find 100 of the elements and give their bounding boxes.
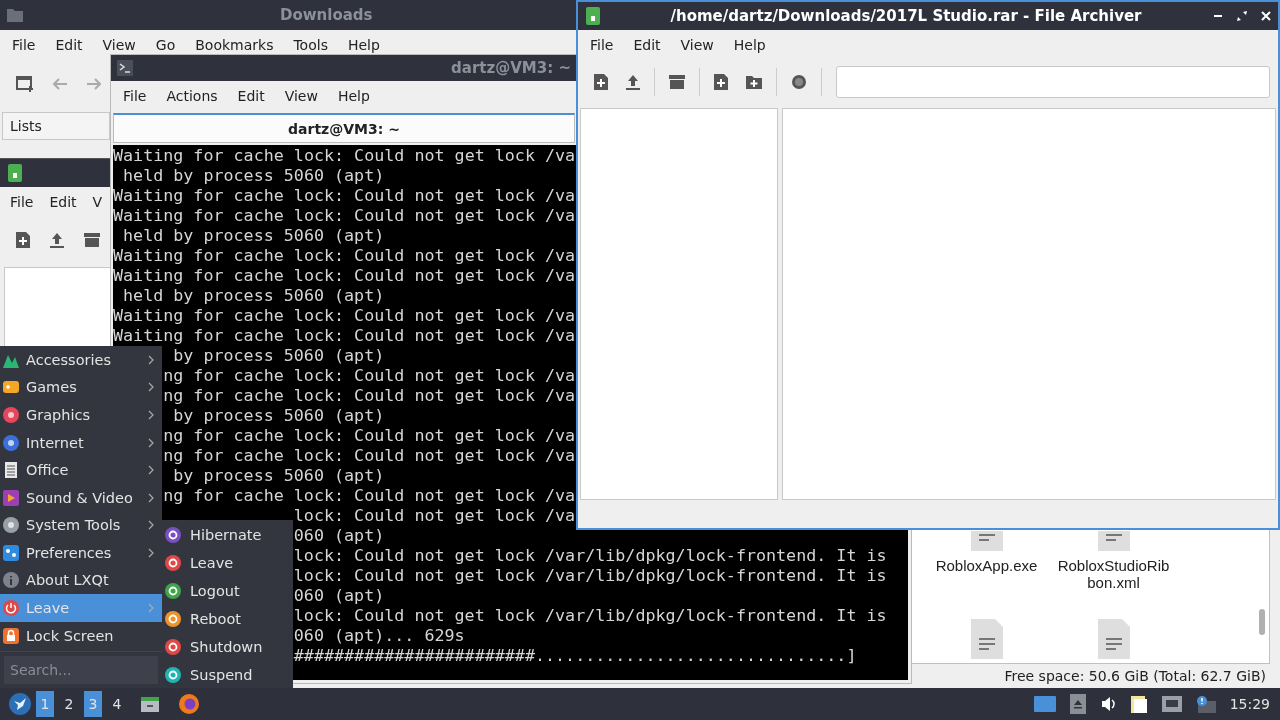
menu-item[interactable]: File [113,88,157,104]
app-menu-icon[interactable] [8,692,32,716]
terminal-line: 060 (apt) [293,525,385,545]
menu-item[interactable]: Shutdown [162,633,293,661]
search-field[interactable]: Search... [4,656,158,684]
menu-item[interactable]: Actions [156,88,228,104]
terminal-line: ########################...............................] [293,645,857,665]
browser-icon[interactable] [178,693,200,715]
new-window-icon[interactable] [16,75,34,93]
menu-item[interactable]: Internet [0,428,162,457]
menu-item[interactable]: View [274,88,328,104]
status-circle-icon [164,666,182,684]
menu-item[interactable]: Go [145,37,186,53]
terminal-line: lock: Could not get lock /va [293,505,576,525]
status-circle-icon [164,582,182,600]
location-field[interactable] [836,66,1270,98]
terminal-line: held by process 5060 (apt) [122,225,385,245]
add-folder-icon[interactable] [746,75,762,89]
menu-item[interactable]: Bookmarks [185,37,284,53]
archive-icon[interactable] [84,233,100,247]
menu-item[interactable]: Hibernate [162,521,293,549]
terminal-line: by process 5060 (apt) [172,465,385,485]
terminal-line: by process 5060 (apt) [172,345,385,365]
terminal-icon [117,60,133,76]
menu-item[interactable]: Help [327,88,380,104]
file-cabinet-icon[interactable] [140,695,160,713]
menu-item[interactable]: View [92,37,146,53]
window-icon[interactable] [1033,696,1056,712]
side-pane-button[interactable]: Lists [2,112,110,140]
settings-icon [2,543,20,562]
document-icon[interactable] [1097,619,1130,659]
document-icon[interactable] [970,531,1003,551]
add-file-icon[interactable] [594,74,608,90]
terminal-line: 060 (apt) [293,585,385,605]
file-name[interactable]: RobloxApp.exe [929,557,1044,574]
terminal-line: ng for cache lock: Could not get lock /va [163,365,576,385]
menu-item[interactable]: Edit [41,194,85,210]
menu-item[interactable]: Help [337,37,390,53]
menu-item[interactable]: Help [723,37,776,53]
terminal-tab[interactable]: dartz@VM3: ~ [113,113,575,143]
network-icon[interactable] [1161,696,1182,712]
archive-icon[interactable] [669,75,685,89]
document-icon [2,461,20,480]
chevron-right-icon [148,354,154,365]
scrollbar-thumb[interactable] [1259,609,1265,635]
close-icon[interactable] [1260,10,1272,22]
chevron-right-icon [148,520,154,531]
menu-item[interactable]: Preferences [0,539,162,567]
terminal-line: lock: Could not get lock /var/lib/dpkg/lock-frontend. It is [293,545,887,565]
terminal-line: ng for cache lock: Could not get lock /va [163,445,576,465]
menu-item[interactable]: Leave [162,549,293,577]
folder-icon [6,7,24,23]
clipboard-icon[interactable] [1129,694,1148,714]
stop-icon[interactable] [791,74,807,90]
window-title: dartz@VM3: ~ [451,59,571,77]
status-circle-icon [164,554,182,572]
terminal-line: held by process 5060 (apt) [122,285,385,305]
restore-icon[interactable] [1236,10,1248,22]
menu-item[interactable]: Lock Screen [0,621,162,650]
file-name[interactable]: RobloxStudioRibbon.xml [1056,557,1171,591]
menu-item[interactable]: File [2,37,46,53]
menu-item[interactable]: Logout [162,577,293,605]
terminal-line: ng for cache lock: Could not get lock /va [163,485,576,505]
notification-icon[interactable] [1195,695,1216,713]
status-text: Free space: 50.6 GiB (Total: 62.7 GiB) [1004,668,1266,684]
window-title: /home/dartz/Downloads/2017L Studio.rar - File Archiver [669,7,1143,25]
menu-item[interactable]: Sound & Video [0,483,162,512]
upload-icon[interactable] [626,74,640,90]
terminal-line: Waiting for cache lock: Could not get lock /va [113,145,576,165]
menu-item[interactable]: Reboot [162,605,293,633]
menu-item[interactable]: File [2,194,42,210]
add-file-icon[interactable] [16,232,30,248]
terminal-line: 060 (apt)... 629s [293,625,465,645]
window-title: Downloads [280,6,373,24]
workspace-button[interactable]: 2 [60,691,78,717]
upload-icon[interactable] [50,232,64,248]
terminal-line: by process 5060 (apt) [172,405,385,425]
add-file-icon[interactable] [714,74,728,90]
globe-icon [2,433,20,452]
menu-item[interactable]: Edit [45,37,93,53]
document-icon[interactable] [970,619,1003,659]
menu-item[interactable]: View [670,37,724,53]
menu-item[interactable]: Edit [623,37,671,53]
eject-icon[interactable] [1069,694,1086,714]
menu-item[interactable]: File [580,37,624,53]
menu-item[interactable]: System Tools [0,511,162,540]
menu-item[interactable]: About LXQt [0,566,162,595]
menu-item[interactable]: Accessories [0,346,162,374]
menu-item[interactable]: Edit [227,88,275,104]
menu-item[interactable]: Tools [283,37,338,53]
menu-item[interactable]: Office [0,456,162,484]
chevron-right-icon [148,437,154,448]
lock-icon [2,626,20,645]
menu-item[interactable]: Graphics [0,401,162,429]
menu-item[interactable]: V [84,194,103,210]
menu-item[interactable]: Suspend [162,661,293,689]
menu-item[interactable]: Games [0,373,162,402]
document-icon[interactable] [1097,531,1130,551]
workspace-button[interactable]: 4 [108,691,126,717]
speaker-icon[interactable] [1099,696,1116,712]
